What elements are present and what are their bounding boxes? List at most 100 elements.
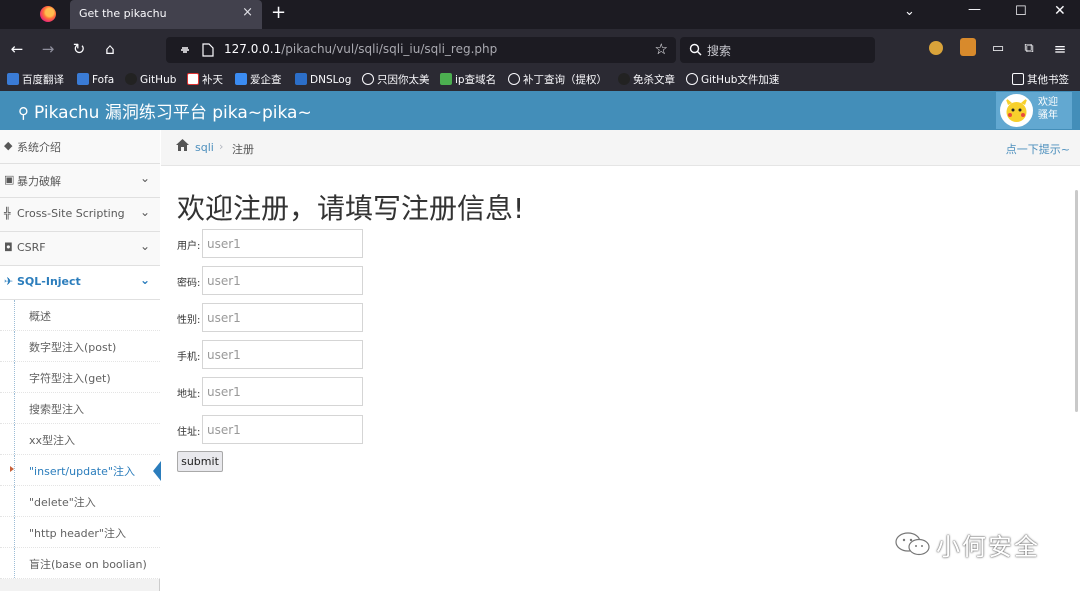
plane-icon: ✈: [4, 275, 14, 288]
password-row: 密码:: [177, 266, 367, 295]
sidebar-item-intro[interactable]: ◆ 系统介绍: [0, 130, 160, 164]
gender-row: 性别:: [177, 303, 367, 332]
sidebar-item-csrf[interactable]: ◘ CSRF ⌄: [0, 232, 160, 266]
scrollbar-thumb[interactable]: [1075, 190, 1078, 412]
lock-icon: ▣: [4, 173, 15, 186]
submenu-guide-line: [14, 393, 15, 423]
bookmark-aiqicha-icon: [235, 73, 247, 85]
username-input[interactable]: [202, 229, 363, 258]
gender-input[interactable]: [202, 303, 363, 332]
sidebar-subitem[interactable]: 概述: [0, 300, 160, 331]
new-tab-button[interactable]: +: [271, 2, 286, 23]
sidebar-subitem[interactable]: xx型注入: [0, 424, 160, 455]
residence-label: 住址:: [177, 427, 201, 438]
chevron-down-icon: ⌄: [139, 171, 150, 185]
sidebar-item-sql-inject[interactable]: ✈ SQL-Inject ⌄: [0, 266, 160, 300]
bookmark-item[interactable]: GitHub文件加速: [686, 72, 779, 88]
sidebar-subitem[interactable]: "http header"注入: [0, 517, 160, 548]
menu-icon[interactable]: ≡: [1050, 39, 1070, 59]
search-placeholder: 搜索: [707, 44, 732, 58]
residence-input[interactable]: [202, 415, 363, 444]
sidebar-subitem-current[interactable]: "insert/update"注入: [0, 455, 161, 486]
bookmark-item[interactable]: 百度翻译: [7, 72, 64, 88]
bookmark-item[interactable]: 补天: [187, 72, 223, 88]
browser-tab[interactable]: Get the pikachu ×: [70, 0, 262, 29]
chevron-down-icon: ⌄: [139, 239, 150, 253]
site-header: ⚲ Pikachu 漏洞练习平台 pika~pika~ 欢迎 骚年: [0, 91, 1080, 130]
phone-row: 手机:: [177, 340, 367, 369]
minimize-window-icon[interactable]: —: [968, 2, 981, 17]
url-host: 127.0.0.1: [224, 42, 282, 56]
browser-nav-bar: ← → ↻ ⌂ 127.0.0.1/pikachu/vul/sqli/sqli_…: [0, 29, 1080, 69]
maximize-window-icon[interactable]: ☐: [1015, 4, 1027, 19]
other-bookmarks[interactable]: 其他书签: [1012, 72, 1069, 88]
sidebar-subitem[interactable]: 搜索型注入: [0, 393, 160, 424]
submenu-guide-line: [14, 486, 15, 516]
bookmark-item[interactable]: 补丁查询（提权）: [508, 72, 607, 88]
forward-icon[interactable]: →: [38, 39, 58, 59]
browser-tab-bar: Get the pikachu × + ⌄ — ☐ ✕: [0, 0, 1080, 29]
bookmark-dnslog-icon: [295, 73, 307, 85]
tab-close-icon[interactable]: ×: [242, 5, 253, 20]
bookmark-item[interactable]: ip查域名: [440, 72, 496, 88]
submenu-guide-line: [14, 517, 15, 547]
site-title[interactable]: ⚲ Pikachu 漏洞练习平台 pika~pika~: [18, 98, 312, 123]
phone-label: 手机:: [177, 352, 201, 363]
user-menu[interactable]: 欢迎 骚年: [996, 92, 1072, 129]
submenu-guide-line: [14, 300, 15, 330]
watermark: 小何安全: [888, 525, 1058, 561]
password-input[interactable]: [202, 266, 363, 295]
bookmark-star-icon[interactable]: ☆: [655, 40, 668, 58]
breadcrumb-link-sqli[interactable]: sqli: [195, 141, 214, 154]
address-input[interactable]: [202, 377, 363, 406]
sidebar-subitem[interactable]: 盲注(base on boolian): [0, 548, 160, 579]
firefox-logo-icon: [40, 6, 56, 22]
welcome-text: 欢迎 骚年: [1038, 97, 1058, 121]
pikachu-avatar-icon: [1005, 97, 1028, 122]
sidebar-subitem[interactable]: 字符型注入(get): [0, 362, 160, 393]
home-icon[interactable]: ⌂: [100, 39, 120, 59]
back-icon[interactable]: ←: [7, 39, 27, 59]
tab-list-chevron-icon[interactable]: ⌄: [904, 4, 915, 19]
phone-input[interactable]: [202, 340, 363, 369]
sidebar-item-xss[interactable]: ╬ Cross-Site Scripting ⌄: [0, 198, 160, 232]
chevron-down-icon: ⌄: [139, 205, 150, 219]
sidebar-item-brute-force[interactable]: ▣ 暴力破解 ⌄: [0, 164, 160, 198]
search-icon: [689, 43, 702, 56]
bookmark-globe-icon: [686, 73, 698, 85]
sidebar-subitem[interactable]: 数字型注入(post): [0, 331, 160, 362]
close-window-icon[interactable]: ✕: [1054, 3, 1066, 19]
url-text[interactable]: 127.0.0.1/pikachu/vul/sqli/sqli_iu/sqli_…: [224, 42, 497, 56]
submenu-guide-line: [14, 455, 15, 485]
extensions-icon[interactable]: ⧉: [1019, 39, 1039, 59]
username-row: 用户:: [177, 229, 367, 258]
tab-title: Get the pikachu: [79, 7, 167, 20]
reload-icon[interactable]: ↻: [69, 39, 89, 59]
bookmark-item[interactable]: DNSLog: [295, 72, 351, 88]
password-label: 密码:: [177, 278, 201, 289]
reader-view-icon[interactable]: ▭: [988, 39, 1008, 59]
share-icon: ◘: [4, 241, 13, 254]
address-label: 地址:: [177, 389, 201, 400]
site-info-icon[interactable]: [178, 43, 192, 57]
home-icon[interactable]: [175, 138, 190, 152]
burp-extension-icon[interactable]: [960, 38, 976, 56]
extension-avatar-icon[interactable]: [929, 41, 943, 55]
submenu-guide-line: [14, 424, 15, 454]
caret-right-icon: [10, 466, 14, 472]
hint-link[interactable]: 点一下提示~: [1006, 141, 1070, 157]
bookmark-item[interactable]: 免杀文章: [618, 72, 675, 88]
address-row: 地址:: [177, 377, 367, 406]
bookmark-item[interactable]: 爱企查: [235, 72, 282, 88]
bookmark-item[interactable]: 只因你太美: [362, 72, 430, 88]
bookmark-translate-icon: [7, 73, 19, 85]
bookmark-item[interactable]: Fofa: [77, 72, 114, 88]
submit-button[interactable]: submit: [177, 451, 223, 472]
url-bar[interactable]: 127.0.0.1/pikachu/vul/sqli/sqli_iu/sqli_…: [166, 37, 676, 63]
bookmark-item[interactable]: GitHub: [125, 72, 176, 88]
bookmark-globe-icon: [362, 73, 374, 85]
search-bar[interactable]: 搜索: [680, 37, 875, 63]
bookmark-github-icon: [125, 73, 137, 85]
page-title: 欢迎注册，请填写注册信息!: [177, 192, 525, 225]
sidebar-subitem[interactable]: "delete"注入: [0, 486, 160, 517]
